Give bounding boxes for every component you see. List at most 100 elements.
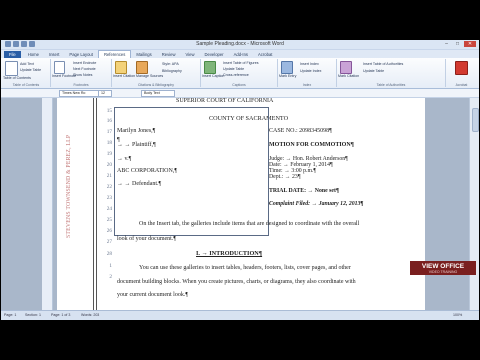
style-dropdown[interactable]: Style: APA bbox=[162, 62, 179, 66]
mark-entry-button[interactable]: Mark Entry bbox=[279, 74, 296, 78]
line-number: 22 bbox=[106, 184, 112, 190]
case-number: CASE NO.: 2098345098¶ bbox=[269, 128, 332, 134]
body-para2-line1: You can use these galleries to insert ta… bbox=[139, 265, 351, 271]
plaintiff-name: Marilyn Jones,¶ bbox=[117, 128, 156, 134]
tab-references[interactable]: References bbox=[97, 50, 132, 58]
scrollbar-thumb[interactable] bbox=[472, 108, 479, 132]
tab-developer[interactable]: Developer bbox=[199, 51, 228, 58]
line-number: 19 bbox=[106, 151, 112, 157]
vertical-scrollbar[interactable] bbox=[469, 98, 479, 311]
margin-line-double bbox=[96, 98, 97, 311]
font-size-box[interactable]: 12 bbox=[98, 90, 112, 97]
manage-sources-icon bbox=[136, 61, 148, 74]
title-bar: Sample Pleading.docx - Microsoft Word – … bbox=[1, 40, 479, 50]
index-group: Mark Entry Insert Index Update Index Ind… bbox=[278, 59, 337, 87]
acrobat-group: Acrobat bbox=[446, 59, 477, 87]
line-number: 17 bbox=[106, 129, 112, 135]
status-page[interactable]: Page: 1 bbox=[4, 313, 16, 317]
tab-add-ins[interactable]: Add-Ins bbox=[229, 51, 253, 58]
tab-view[interactable]: View bbox=[180, 51, 199, 58]
cross-reference-button[interactable]: Cross-reference bbox=[223, 73, 249, 77]
insert-toa-button[interactable]: Insert Table of Authorities bbox=[363, 62, 403, 66]
tab-review[interactable]: Review bbox=[157, 51, 181, 58]
line-number: 1 bbox=[109, 263, 112, 269]
mark-citation-button[interactable]: Mark Citation bbox=[338, 74, 359, 78]
toc-button[interactable]: Table of Contents bbox=[3, 76, 31, 80]
firm-sidebar: STEVENS TOWNSEND & PEREZ, LLP bbox=[62, 88, 80, 238]
insert-endnote-button[interactable]: Insert Endnote bbox=[73, 61, 96, 65]
tab-insert[interactable]: Insert bbox=[44, 51, 64, 58]
insert-caption-button[interactable]: Insert Caption bbox=[202, 74, 224, 78]
footnotes-group: Insert Footnote Insert Endnote Next Foot… bbox=[51, 59, 112, 87]
update-tof-button[interactable]: Update Table bbox=[223, 67, 244, 71]
acrobat-group-label: Acrobat bbox=[455, 83, 468, 87]
status-bar: Page: 1 Section: 1 Page: 1 of 3 Words: 2… bbox=[1, 310, 479, 320]
close-button[interactable]: ✕ bbox=[464, 41, 476, 47]
minimize-button[interactable]: – bbox=[442, 41, 451, 47]
index-group-label: Index bbox=[302, 83, 312, 87]
insert-citation-button[interactable]: Insert Citation bbox=[113, 74, 135, 78]
caption-icon bbox=[204, 61, 216, 74]
line-number: 24 bbox=[106, 206, 112, 212]
citation-icon bbox=[115, 61, 127, 74]
update-index-button[interactable]: Update Index bbox=[300, 69, 321, 73]
toa-group: Mark Citation Insert Table of Authoritie… bbox=[337, 59, 446, 87]
update-toa-button[interactable]: Update Table bbox=[363, 69, 384, 73]
line-number: 26 bbox=[106, 228, 112, 234]
versus: → v.¶ bbox=[117, 156, 132, 162]
ribbon: Table of Contents Add Text Update Table … bbox=[1, 58, 479, 89]
maximize-button[interactable]: □ bbox=[453, 41, 462, 47]
captions-group: Insert Caption Insert Table of Figures U… bbox=[201, 59, 278, 87]
status-pages[interactable]: Page: 1 of 3 bbox=[51, 313, 70, 317]
footnotes-group-label: Footnotes bbox=[73, 83, 89, 87]
insert-index-button[interactable]: Insert Index bbox=[300, 62, 319, 66]
margin-line bbox=[93, 98, 94, 311]
line-number: 25 bbox=[106, 217, 112, 223]
manage-sources-button[interactable]: Manage Sources bbox=[136, 74, 163, 78]
body-para1-line1: On the Insert tab, the galleries include… bbox=[139, 221, 360, 227]
line-number: 27 bbox=[106, 239, 112, 245]
watermark-badge: VIEW OFFICE VIDEO TRAINING bbox=[410, 261, 476, 275]
tab-mailings[interactable]: Mailings bbox=[131, 51, 156, 58]
citations-group-label: Citations & Bibliography bbox=[138, 83, 174, 87]
status-section[interactable]: Section: 1 bbox=[25, 313, 41, 317]
body-para2-line2: document building blocks. When you creat… bbox=[117, 279, 356, 285]
court-heading: SUPERIOR COURT OF CALIFORNIA bbox=[176, 98, 274, 104]
motion-title: MOTION FOR COMMOTION¶ bbox=[269, 142, 354, 148]
line-number: 15 bbox=[106, 108, 112, 114]
acrobat-icon[interactable] bbox=[455, 61, 468, 75]
defendant-name: ABC CORPORATION,¶ bbox=[117, 168, 178, 174]
add-text-button[interactable]: Add Text bbox=[20, 62, 34, 66]
mark-citation-icon bbox=[340, 61, 352, 74]
insert-tof-button[interactable]: Insert Table of Figures bbox=[223, 61, 259, 65]
footnote-icon bbox=[54, 61, 65, 74]
tab-file[interactable]: File bbox=[4, 51, 21, 58]
line-number: 21 bbox=[106, 173, 112, 179]
status-words[interactable]: Words: 203 bbox=[81, 313, 99, 317]
line-number: 28 bbox=[106, 251, 112, 257]
tab-acrobat[interactable]: Acrobat bbox=[253, 51, 277, 58]
section-heading: I. → INTRODUCTION¶ bbox=[196, 250, 263, 257]
update-toc-button[interactable]: Update Table bbox=[20, 68, 41, 72]
word-window: Sample Pleading.docx - Microsoft Word – … bbox=[1, 40, 479, 320]
toc-group-label: Table of Contents bbox=[12, 83, 40, 87]
trial-date-line: TRIAL DATE: → None set¶ bbox=[269, 188, 340, 194]
firm-name: STEVENS TOWNSEND & PEREZ, LLP bbox=[66, 134, 72, 238]
zoom-level[interactable]: 100% bbox=[453, 313, 462, 317]
body-para2-line3: your current document look.¶ bbox=[117, 292, 189, 298]
complaint-filed-line: Complaint Filed: → January 12, 2013¶ bbox=[269, 201, 364, 207]
next-footnote-button[interactable]: Next Footnote bbox=[73, 67, 96, 71]
mark-entry-icon bbox=[281, 61, 293, 74]
dept-line: Dept.: → 23¶ bbox=[269, 174, 301, 180]
show-notes-button[interactable]: Show Notes bbox=[73, 73, 92, 77]
line-number: 20 bbox=[106, 162, 112, 168]
line-number: 2 bbox=[109, 274, 112, 280]
toa-group-label: Table of Authorities bbox=[376, 83, 406, 87]
plaintiff-role: → → Plaintiff,¶ bbox=[117, 142, 156, 148]
tab-page-layout[interactable]: Page Layout bbox=[64, 51, 98, 58]
tab-home[interactable]: Home bbox=[23, 51, 44, 58]
defendant-role: → → Defendant.¶ bbox=[117, 181, 162, 187]
bibliography-button[interactable]: Bibliography bbox=[162, 69, 182, 73]
style-box[interactable]: Body Text bbox=[141, 90, 175, 97]
line-number: 18 bbox=[106, 140, 112, 146]
